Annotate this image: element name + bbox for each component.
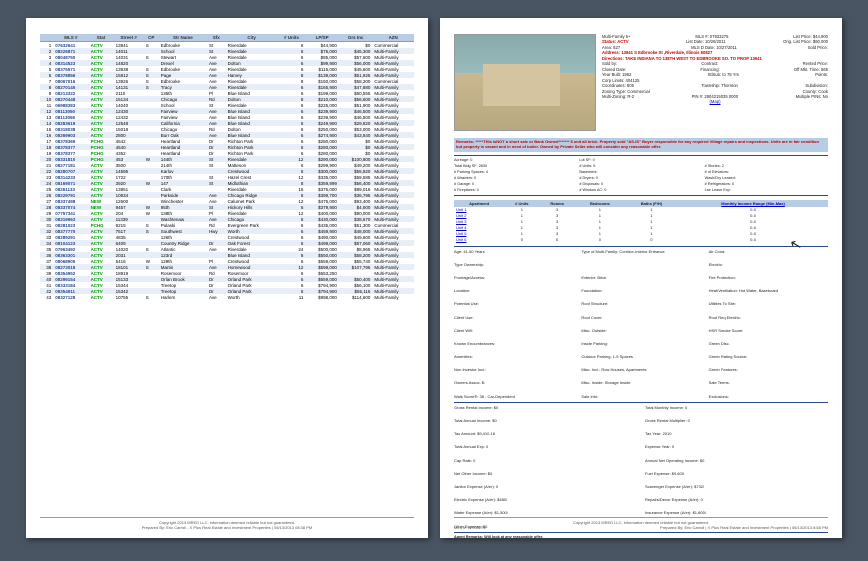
col-header: Stat: [89, 34, 114, 42]
table-row[interactable]: 3008319963ACTV11339WashtenawAveChicago6$…: [40, 216, 414, 222]
table-row[interactable]: 3507963492ACTV14020SAtlanticAveRiverdale…: [40, 246, 414, 252]
unit-col: # Units: [504, 200, 539, 207]
table-row[interactable]: 3108281023PCHG9215SPulaskiRdEvergreen Pa…: [40, 222, 414, 228]
map-link[interactable]: (Map): [602, 99, 828, 104]
table-row[interactable]: 4008299154ACTV15133Orlan BrookDrOrland P…: [40, 276, 414, 282]
units-section: Apartment# UnitsRoomsBedroomsBaths (F/H)…: [454, 195, 828, 243]
table-row[interactable]: 3608363301ACTV2031123rdBlue Island8$550,…: [40, 252, 414, 258]
col-header: [40, 34, 53, 42]
col-header: MLS #: [53, 34, 88, 42]
property-photo: [454, 34, 596, 131]
table-row[interactable]: 2608229791ACTV10934ParksideAveChicago Ri…: [40, 192, 414, 198]
income-range-link[interactable]: Monthly Income Range (Min-Max): [721, 201, 785, 206]
table-row[interactable]: 4108333184ACTV15344TreetopDrOrland Park6…: [40, 282, 414, 288]
detail-header: Multi-Family 5+MLS #: 07933275List Price…: [602, 34, 828, 105]
table-row[interactable]: 2308314233ACTV1722170thStHazel Crest12$3…: [40, 174, 414, 180]
table-row[interactable]: 3208377770ACTV7517SSouthwestHwyWorth6$45…: [40, 228, 414, 234]
table-row[interactable]: 2808337074NEW9457W95thStHickory Hills6$3…: [40, 204, 414, 210]
table-row[interactable]: 4308327128ACTV10755SHarlemAveWorth11$998…: [40, 294, 414, 300]
listing-table: MLS #StatStreet #CPStr NameSfxCity# Unit…: [40, 34, 414, 300]
unit-col: Monthly Income Range (Min-Max): [678, 200, 828, 207]
footer-text: Prepared By: Eric Carroll - X Plus Real …: [40, 525, 414, 530]
table-row[interactable]: 308048750ACTV14031SStewartAveRiverdale6$…: [40, 54, 414, 60]
unit-row: Unit 600000-0: [454, 237, 828, 243]
unit-col: Rooms: [539, 200, 575, 207]
building-section: Acreage: 0Lot SF: 0 Total Bldg SF: 2830#…: [454, 155, 828, 192]
table-row[interactable]: 608378856ACTV15812SPageAveHarvey8$139,00…: [40, 72, 414, 78]
table-row[interactable]: 508375571ACTV13938SEdbrookeAveRiverdale6…: [40, 66, 414, 72]
table-row[interactable]: 2008331810PCHG453W144thStRiverdale12$290…: [40, 156, 414, 162]
col-header: City: [226, 34, 278, 42]
table-row[interactable]: 2108277181ACTV3500214thStMatteson6$299,9…: [40, 162, 414, 168]
listing-page-1: MLS #StatStreet #CPStr NameSfxCity# Unit…: [26, 18, 428, 538]
col-header: Street #: [114, 34, 144, 42]
col-header: AZN: [372, 34, 414, 42]
table-row[interactable]: 1106988383ACTV14040SchoolStRiverdale6$22…: [40, 102, 414, 108]
table-row[interactable]: 3408104123ACTV6409Country RidgeDrOak For…: [40, 240, 414, 246]
table-row[interactable]: 2508261133ACTV13951ClarkRiverdale16$375,…: [40, 186, 414, 192]
footer-text-2: Prepared By: Eric Carroll | X Plus Real …: [660, 525, 828, 530]
table-row[interactable]: 1008270448ACTV15134ChicagoRdDolton8$210,…: [40, 96, 414, 102]
unit-col: Baths (F/H): [625, 200, 678, 207]
table-row[interactable]: 2907757341ACTV204W138thPlRiverdale12$400…: [40, 210, 414, 216]
table-row[interactable]: 208226871ACTV14011SchoolStRiverdale6$75,…: [40, 48, 414, 54]
table-row[interactable]: 3308289291ACTV4835126thCrestwood6$490,00…: [40, 234, 414, 240]
col-header: CP: [144, 34, 159, 42]
table-row[interactable]: 908213322ACTV2110135thPlBlue Island6$199…: [40, 90, 414, 96]
detail-page: Multi-Family 5+MLS #: 07933275List Price…: [440, 18, 842, 538]
table-row[interactable]: 2208280707ACTV14595KarlovCrestwood6$300,…: [40, 168, 414, 174]
remarks-box: Remarks: *****THis IsNOT a short sale or…: [454, 138, 828, 152]
col-header: # Units: [278, 34, 306, 42]
table-row[interactable]: 4208354911ACTV15342TreetopDrOrland Park6…: [40, 288, 414, 294]
agent-section: Agent Remarks: Will look at any reasonab…: [454, 532, 828, 538]
financials-section: Gross Rental Income: $0Total Monthly Inc…: [454, 402, 828, 529]
unit-col: Bedrooms: [575, 200, 625, 207]
unit-col: Apartment: [454, 200, 504, 207]
table-row[interactable]: 3808273018ACTV18101SMartinAveHomewood12$…: [40, 264, 414, 270]
table-row[interactable]: 1408283619ACTV12548CaliforniaAveBlue Isl…: [40, 120, 414, 126]
table-row[interactable]: 1208113050ACTV12430FairviewAveBlue Islan…: [40, 108, 414, 114]
table-row[interactable]: 2408169071ACTV3920W147StMidlothian8$359,…: [40, 180, 414, 186]
col-header: Grs Inc: [339, 34, 372, 42]
table-row[interactable]: 1508318038ACTV15018ChicagoRdDolton6$250,…: [40, 126, 414, 132]
table-row[interactable]: 408314523ACTV14820DrexelAveDolton6$99,90…: [40, 60, 414, 66]
col-header: Sfx: [207, 34, 226, 42]
table-row[interactable]: 3708068905ACTV5416W129thPlCrestwood6$559…: [40, 258, 414, 264]
table-row[interactable]: 708067016ACTV13926SEdbrookeAveRiverdale8…: [40, 78, 414, 84]
table-row[interactable]: 1308113056ACTV12432FairviewAveBlue Islan…: [40, 114, 414, 120]
table-row[interactable]: 1608269903ACTV2800Burr OakAveBlue Island…: [40, 132, 414, 138]
col-header: Str Name: [159, 34, 207, 42]
col-header: LP/SP: [305, 34, 338, 42]
features-section: Age: 41-50 YearsType of Multi-Family: Co…: [454, 246, 828, 399]
table-row[interactable]: 2708337498NEW12600WinchesterAveCalumet P…: [40, 198, 414, 204]
table-row[interactable]: 808270145ACTV14131STracyAveRiverdale6$16…: [40, 84, 414, 90]
footer-mls: MLS #: 07933275: [454, 525, 486, 530]
